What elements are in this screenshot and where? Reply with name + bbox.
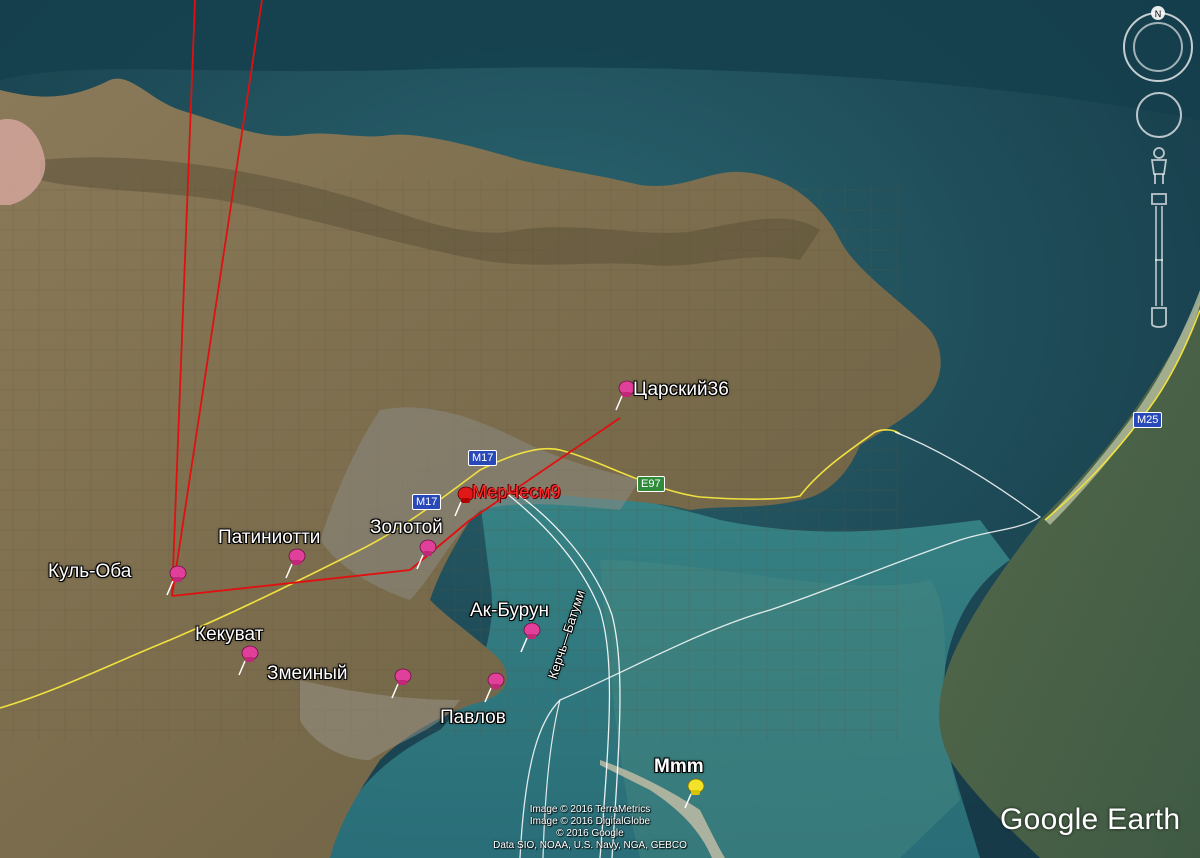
pushpin-icon[interactable]: [482, 670, 508, 704]
pushpin-icon[interactable]: [164, 563, 190, 597]
zoom-slider-icon[interactable]: [1146, 190, 1172, 330]
road-shield-m25: M25: [1133, 412, 1163, 428]
place-label-tsarsky: Царский36: [633, 379, 729, 400]
credit-line: Image © 2016 DigitalGlobe: [529, 816, 651, 827]
pushpin-icon[interactable]: [389, 666, 415, 700]
pushpin-icon[interactable]: [236, 643, 262, 677]
compass-icon[interactable]: N: [1120, 5, 1196, 85]
place-label-kul-oba: Куль-Оба: [48, 561, 132, 582]
road-shield-e97: E97: [637, 476, 665, 492]
imagery-credits: Image © 2016 TerraMetrics Image © 2016 D…: [480, 804, 700, 852]
satellite-map[interactable]: [0, 0, 1200, 858]
credit-line: Data SIO, NOAA, U.S. Navy, NGA, GEBCO: [493, 840, 687, 851]
look-joystick-icon[interactable]: [1134, 90, 1184, 140]
credit-line: Image © 2016 TerraMetrics: [529, 804, 651, 815]
road-shield-m17: M17: [412, 494, 442, 510]
google-earth-logo: Google Earth: [1000, 803, 1181, 836]
place-label-zmeiny: Змеиный: [267, 663, 348, 684]
pegman-icon[interactable]: [1148, 146, 1170, 186]
place-label-kekuvat: Кекуват: [195, 624, 264, 645]
road-shield-m17: M17: [468, 450, 498, 466]
credit-line: © 2016 Google: [556, 828, 624, 839]
pushpin-icon[interactable]: [283, 546, 309, 580]
place-label-patiniotti: Патиниотти: [218, 527, 321, 548]
compass-north-label: N: [1155, 9, 1162, 19]
place-label-mesm: МерЧесм9: [472, 482, 561, 502]
pushpin-icon[interactable]: [414, 537, 440, 571]
place-label-zolotoy: Золотой: [370, 517, 443, 538]
pushpin-icon[interactable]: [518, 620, 544, 654]
place-label-mmm: Mmm: [654, 756, 704, 777]
place-label-ak-burun: Ак-Бурун: [470, 600, 549, 621]
place-label-pavlov: Павлов: [440, 707, 506, 728]
